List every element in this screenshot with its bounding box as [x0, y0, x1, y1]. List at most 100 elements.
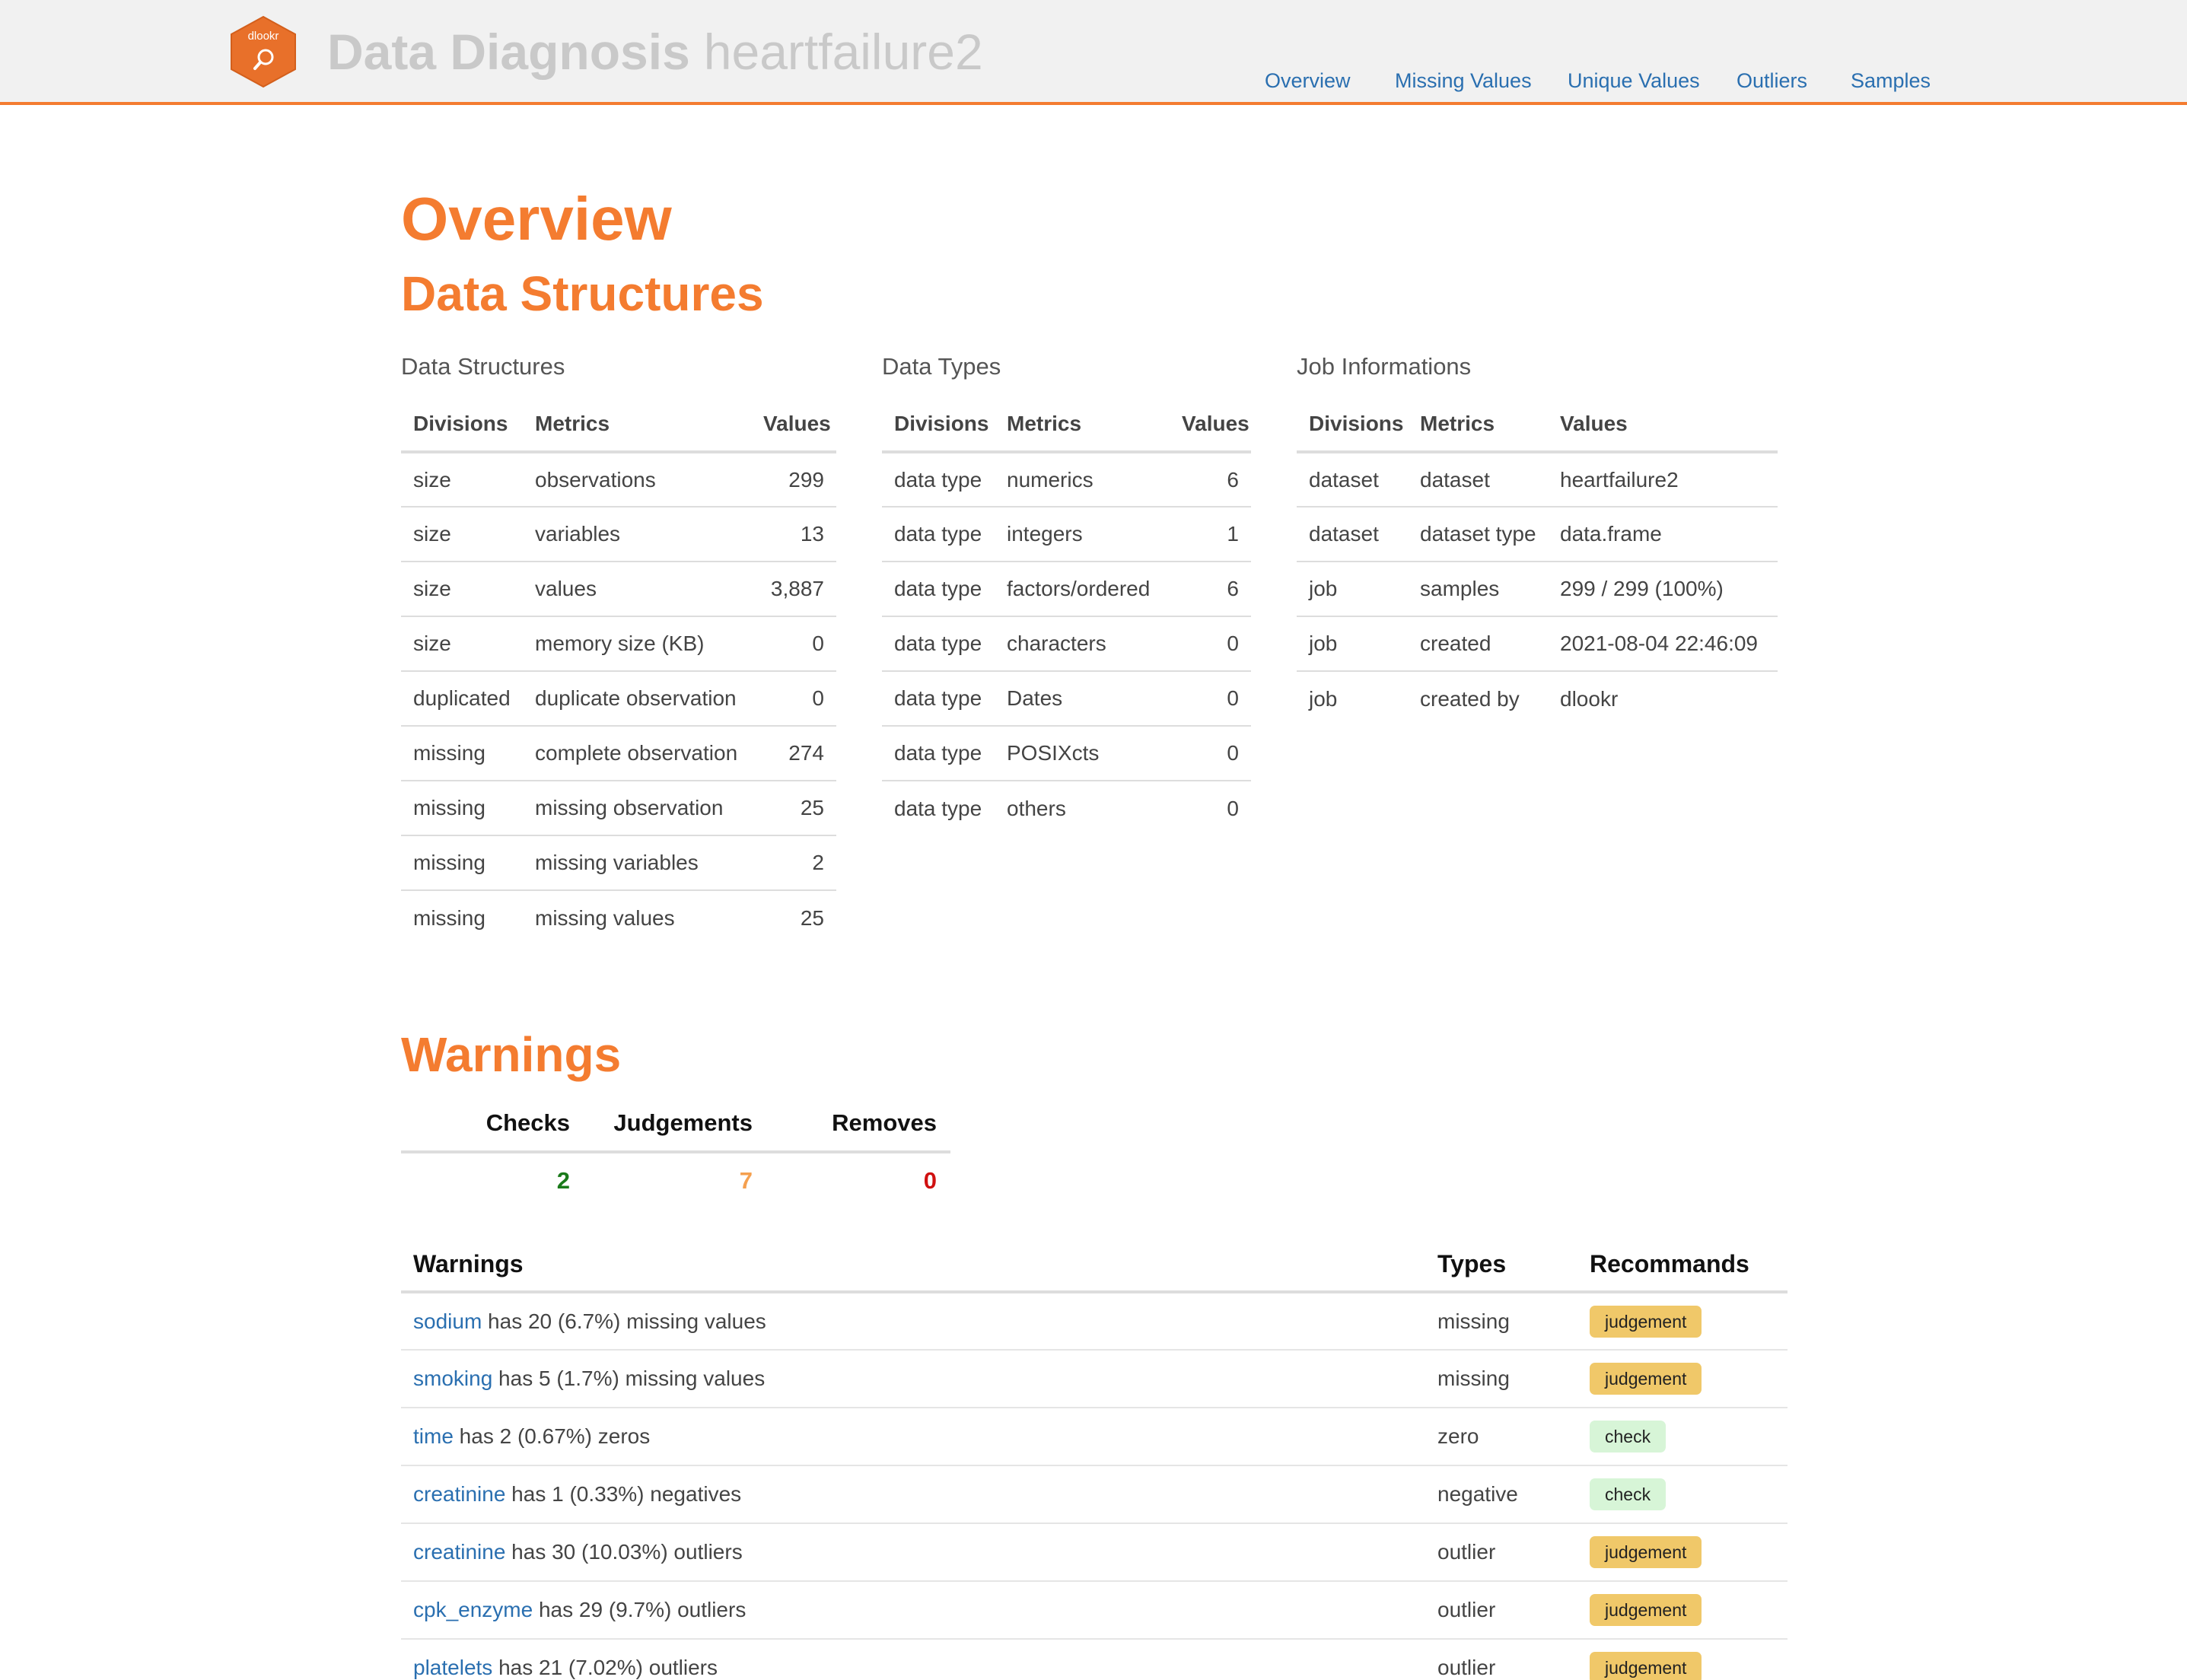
table-row: size values 3,887 [401, 562, 836, 617]
table-cell: memory size (KB) [523, 616, 751, 672]
types-caption: Data Types [882, 353, 1001, 380]
recommand-cell: check [1577, 1408, 1787, 1466]
warning-type: zero [1425, 1408, 1577, 1466]
warning-text: cpk_enzyme has 29 (9.7%) outliers [401, 1581, 1425, 1640]
variable-link[interactable]: smoking [413, 1367, 492, 1390]
nav-outliers[interactable]: Outliers [1737, 67, 1807, 94]
table-cell: 1 [1170, 507, 1251, 562]
warning-type: missing [1425, 1292, 1577, 1351]
table-cell: missing observation [523, 781, 751, 836]
table-cell: 25 [800, 905, 824, 930]
table-cell: 0 [1170, 726, 1251, 781]
table-cell: heartfailure2 [1548, 452, 1778, 508]
variable-link[interactable]: cpk_enzyme [413, 1598, 533, 1621]
table-cell: size [401, 507, 523, 562]
warning-type: outlier [1425, 1581, 1577, 1640]
table-cell: 2 [751, 835, 836, 891]
section-title-warnings: Warnings [401, 1027, 622, 1082]
table-row: size observations 299 [401, 452, 836, 508]
table-cell: size [401, 452, 523, 508]
table-row: job created 2021-08-04 22:46:09 [1297, 616, 1778, 672]
warning-description: has 30 (10.03%) outliers [505, 1540, 743, 1564]
page: dlookr Data Diagnosis heartfailure2 Overv… [0, 0, 2187, 1680]
column-header: Values [1170, 397, 1251, 453]
table-cell: 0 [1170, 671, 1251, 727]
table-cell: 25 [751, 781, 836, 836]
table-cell: data type [882, 507, 995, 562]
table-row: job created by dlookr [1297, 671, 1778, 726]
table-row: missing complete observation 274 [401, 726, 836, 781]
table-cell: job [1297, 562, 1408, 617]
table-cell: Dates [995, 671, 1170, 727]
variable-link[interactable]: platelets [413, 1656, 492, 1679]
job-caption: Job Informations [1297, 353, 1472, 380]
variable-link[interactable]: time [413, 1424, 454, 1448]
nav-samples[interactable]: Samples [1851, 67, 1931, 94]
recommand-badge: judgement [1590, 1305, 1702, 1338]
variable-link[interactable]: creatinine [413, 1482, 505, 1506]
removes-count: 0 [923, 1167, 937, 1194]
brand-title[interactable]: Data Diagnosis heartfailure2 [327, 21, 983, 82]
table-cell: 274 [751, 726, 836, 781]
warning-text: smoking has 5 (1.7%) missing values [401, 1350, 1425, 1408]
brand-dataset: heartfailure2 [703, 24, 983, 80]
nav-overview[interactable]: Overview [1265, 67, 1351, 94]
table-row: cpk_enzyme has 29 (9.7%) outliers outlie… [401, 1581, 1787, 1640]
table-row: missing missing variables 2 [401, 835, 836, 891]
table-cell: 299 / 299 (100%) [1548, 562, 1778, 617]
variable-link[interactable]: sodium [413, 1309, 482, 1333]
table-cell: size [401, 562, 523, 617]
recommand-cell: judgement [1577, 1639, 1787, 1680]
table-cell: missing [401, 781, 523, 836]
table-header-row: Divisions Metrics Values [401, 397, 836, 453]
column-header: Recommands [1577, 1237, 1787, 1293]
table-row: 2 7 0 [401, 1152, 950, 1208]
column-header: Types [1425, 1237, 1577, 1293]
warning-text: time has 2 (0.67%) zeros [401, 1408, 1425, 1466]
table-row: data type integers 1 [882, 507, 1251, 562]
warning-description: has 5 (1.7%) missing values [492, 1367, 766, 1390]
table-header-row: Warnings Types Recommands [401, 1237, 1787, 1293]
table-cell: dataset [1297, 452, 1408, 508]
recommand-badge: judgement [1590, 1594, 1702, 1626]
data-types-table: Divisions Metrics Values data type numeri… [882, 397, 1251, 835]
nav-unique-values[interactable]: Unique Values [1568, 67, 1700, 94]
table-cell: 3,887 [751, 562, 836, 617]
table-cell: 0 [751, 616, 836, 672]
table-row: data type others 0 [882, 781, 1251, 835]
column-header: Values [751, 397, 836, 453]
variable-link[interactable]: creatinine [413, 1540, 505, 1564]
dlookr-logo[interactable]: dlookr [230, 15, 297, 88]
table-cell: values [523, 562, 751, 617]
recommand-badge: judgement [1590, 1363, 1702, 1395]
table-cell: complete observation [523, 726, 751, 781]
table-row: data type characters 0 [882, 616, 1251, 672]
nav-missing-values[interactable]: Missing Values [1395, 67, 1532, 94]
recommand-badge: check [1590, 1478, 1667, 1510]
table-cell: dataset [1297, 507, 1408, 562]
column-header: Divisions [882, 397, 995, 453]
table-cell: 2021-08-04 22:46:09 [1548, 616, 1778, 672]
table-cell: 6 [1170, 452, 1251, 508]
table-row: dataset dataset type data.frame [1297, 507, 1778, 562]
table-cell: variables [523, 507, 751, 562]
table-row: creatinine has 1 (0.33%) negatives negat… [401, 1465, 1787, 1524]
table-cell: numerics [995, 452, 1170, 508]
table-cell: observations [523, 452, 751, 508]
column-header: Metrics [523, 397, 751, 453]
checks-header: Checks [401, 1096, 584, 1153]
table-cell: missing variables [523, 835, 751, 891]
table-header-row: Divisions Metrics Values [882, 397, 1251, 453]
table-cell: 0 [1170, 616, 1251, 672]
table-row: creatinine has 30 (10.03%) outliers outl… [401, 1523, 1787, 1582]
table-cell: characters [995, 616, 1170, 672]
recommand-badge: judgement [1590, 1536, 1702, 1568]
warnings-summary-table: Checks Judgements Removes 2 7 0 [401, 1096, 950, 1208]
table-row: time has 2 (0.67%) zeros zero check [401, 1408, 1787, 1466]
warning-description: has 2 (0.67%) zeros [453, 1424, 651, 1448]
warning-text: platelets has 21 (7.02%) outliers [401, 1639, 1425, 1680]
warning-description: has 21 (7.02%) outliers [492, 1656, 718, 1679]
table-cell: 6 [1170, 562, 1251, 617]
column-header: Values [1548, 397, 1778, 453]
table-cell: job [1297, 616, 1408, 672]
